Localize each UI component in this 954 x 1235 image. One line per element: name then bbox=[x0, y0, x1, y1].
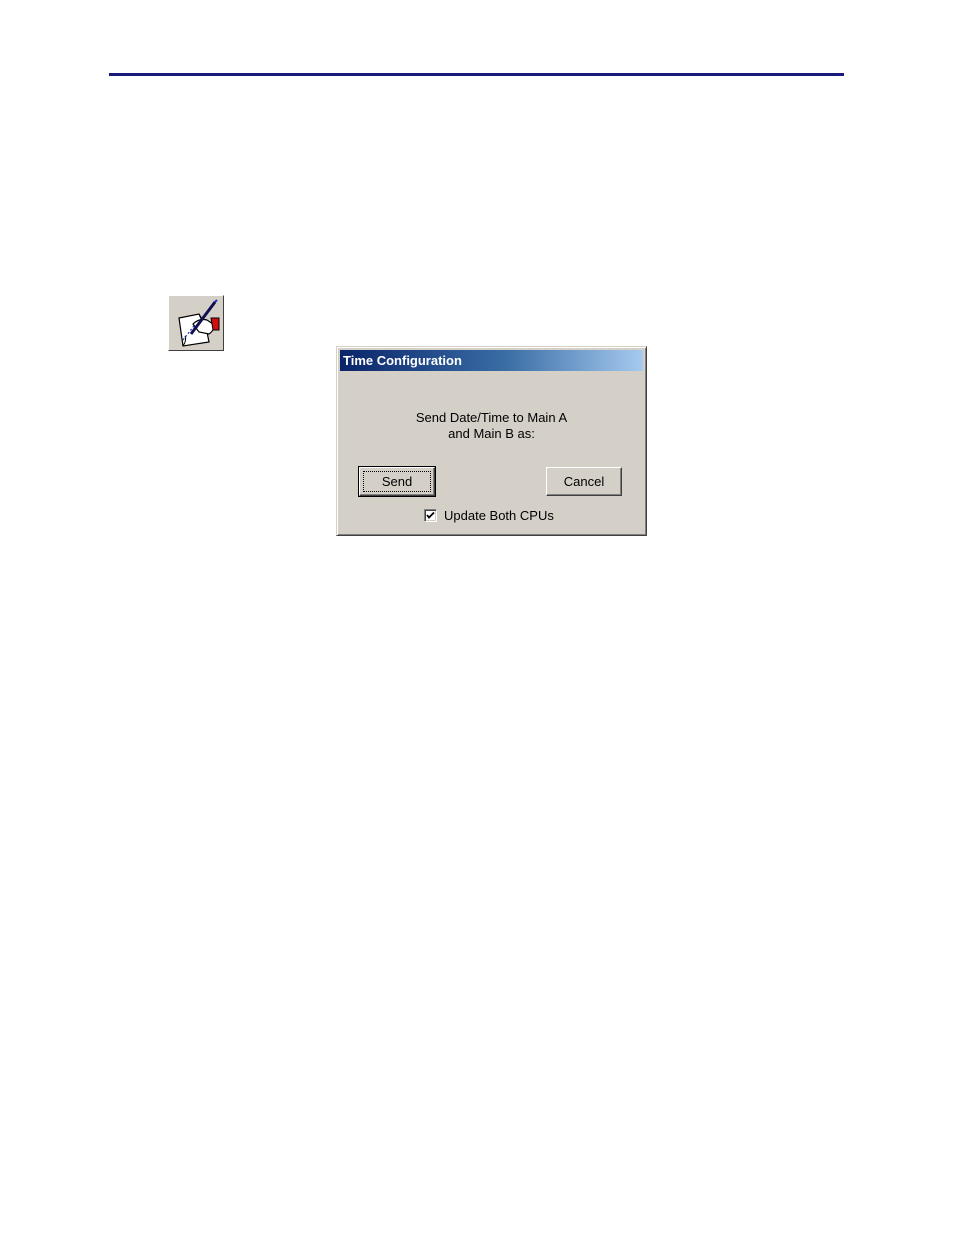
update-both-cpus-label: Update Both CPUs bbox=[444, 507, 554, 523]
dialog-title: Time Configuration bbox=[343, 353, 462, 368]
cancel-button-label: Cancel bbox=[563, 474, 605, 489]
update-both-cpus-checkbox[interactable] bbox=[424, 508, 437, 522]
cancel-button[interactable]: Cancel bbox=[546, 467, 622, 496]
dialog-message: Send Date/Time to Main A and Main B as: bbox=[337, 410, 646, 442]
message-line-2: and Main B as: bbox=[448, 426, 535, 441]
write-time-icon[interactable] bbox=[168, 295, 224, 351]
time-configuration-dialog: Time Configuration Send Date/Time to Mai… bbox=[336, 346, 647, 536]
send-button[interactable]: Send bbox=[358, 466, 436, 497]
update-both-cpus-option[interactable]: Update Both CPUs bbox=[424, 507, 554, 523]
dialog-titlebar[interactable]: Time Configuration bbox=[340, 350, 643, 371]
message-line-1: Send Date/Time to Main A bbox=[415, 410, 568, 425]
focus-rectangle bbox=[363, 471, 431, 492]
header-rule bbox=[109, 73, 844, 76]
checkmark-icon bbox=[426, 511, 435, 519]
